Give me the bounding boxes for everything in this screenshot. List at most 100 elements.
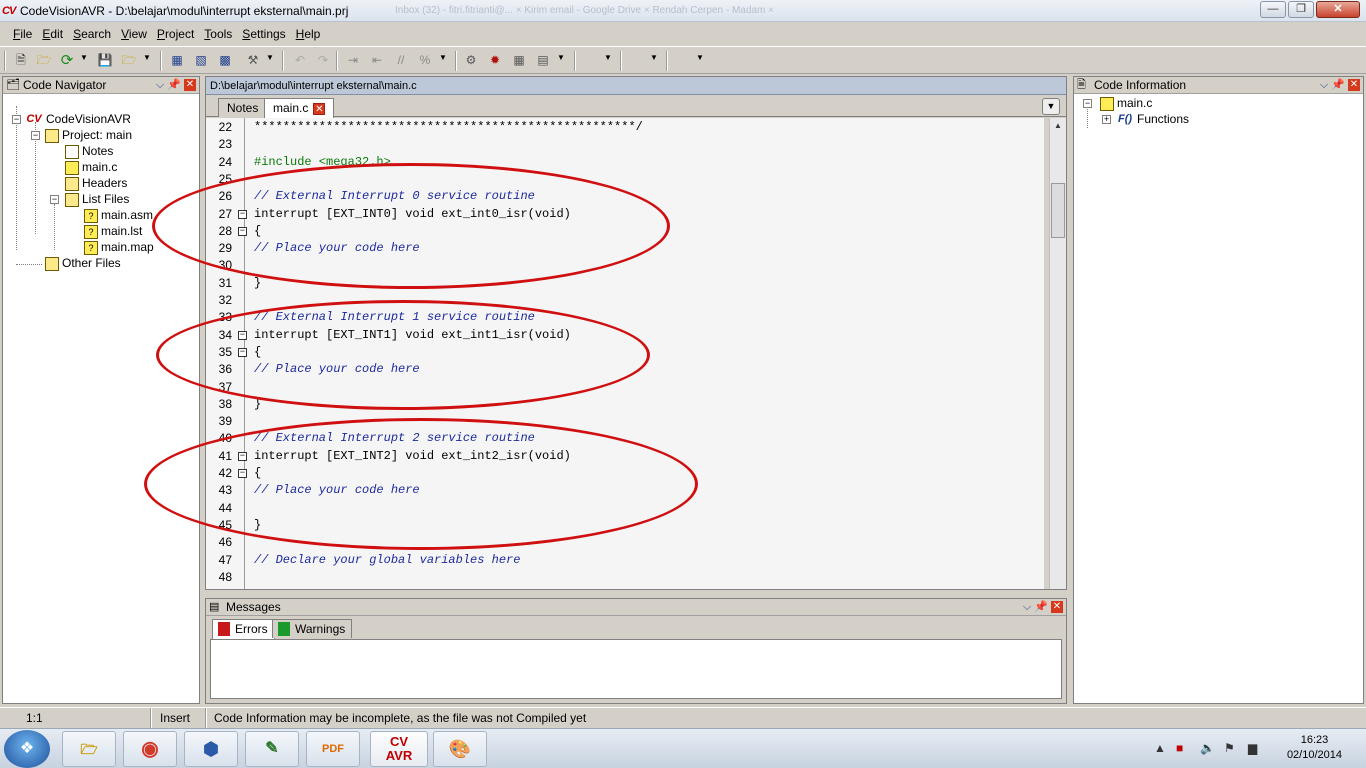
code-line[interactable]: 22 **************************************… (206, 119, 1036, 136)
tools-dropdown-icon[interactable]: ▼ (557, 53, 565, 62)
toolbar-dropdown-icon[interactable]: ▼ (650, 53, 658, 62)
build-icon[interactable]: ▩ (216, 52, 234, 69)
tree-item-main-c[interactable]: main.c (65, 159, 117, 175)
messages-icon: ▤ (209, 601, 220, 613)
taskbar-paint-icon[interactable]: 🎨 (433, 731, 487, 767)
debugger-bug-icon[interactable]: ✹ (486, 52, 504, 69)
undo-icon[interactable]: ↶ (291, 52, 309, 69)
tree-collapse-project[interactable]: − (31, 131, 40, 140)
comment-icon[interactable]: // (392, 52, 410, 69)
tree-expand-functions[interactable]: + (1102, 115, 1111, 124)
tree-item-main-lst[interactable]: ? main.lst (84, 223, 142, 239)
open-folder-icon[interactable]: 🗁 (35, 52, 53, 69)
editor-tab-strip: Notes main.c ✕ ▼ (206, 95, 1066, 118)
pin-icon[interactable]: 📌 (1331, 79, 1345, 91)
close-button[interactable]: ✕ (1316, 1, 1360, 18)
tree-collapse-list-files[interactable]: − (50, 195, 59, 204)
scroll-thumb[interactable] (1051, 183, 1065, 238)
tree-item-list-files[interactable]: List Files (65, 191, 129, 207)
pin-icon[interactable]: 📌 (1034, 601, 1048, 613)
menu-tools[interactable]: Tools (199, 23, 237, 45)
messages-list[interactable] (210, 639, 1062, 699)
tree-item-headers[interactable]: Headers (65, 175, 127, 191)
start-button[interactable]: ❖ (4, 730, 50, 768)
tree-item-main-asm[interactable]: ? main.asm (84, 207, 153, 223)
tree-item-project[interactable]: Project: main (45, 127, 132, 143)
menu-view[interactable]: View (116, 23, 152, 45)
toolbar-dropdown-icon[interactable]: ▼ (696, 53, 704, 62)
taskbar-codevision-icon[interactable]: CV AVR (370, 731, 428, 767)
save-icon[interactable]: 💾 (96, 52, 114, 69)
taskbar-notepad-icon[interactable]: ✎ (245, 731, 299, 767)
edit-dropdown-icon[interactable]: ▼ (439, 53, 447, 62)
scroll-down-icon[interactable]: ▼ (1050, 584, 1066, 589)
tab-main-c[interactable]: main.c ✕ (264, 98, 335, 118)
taskbar-virtualbox-icon[interactable]: ⬢ (184, 731, 238, 767)
taskbar-chrome-icon[interactable]: ◉ (123, 731, 177, 767)
menu-edit[interactable]: Edit (37, 23, 68, 45)
line-number: 31 (218, 275, 232, 290)
panel-menu-icon[interactable]: ⌵ (1320, 79, 1328, 91)
refresh-icon[interactable]: ⟳ (58, 52, 76, 69)
toolbar-dropdown-icon[interactable]: ▼ (604, 53, 612, 62)
configure-icon[interactable]: ⚒ (244, 52, 262, 69)
scroll-up-icon[interactable]: ▲ (1050, 118, 1066, 134)
panel-close-icon[interactable]: ✕ (184, 79, 196, 92)
panel-menu-icon[interactable]: ⌵ (1023, 601, 1031, 613)
panel-menu-icon[interactable]: ⌵ (156, 79, 164, 91)
info-item-main-c[interactable]: main.c (1100, 95, 1152, 111)
taskbar-explorer-icon[interactable]: 🗁 (62, 731, 116, 767)
redo-icon[interactable]: ↷ (314, 52, 332, 69)
tree-item-other-files[interactable]: Other Files (45, 255, 121, 271)
panel-close-icon[interactable]: ✕ (1348, 79, 1360, 92)
save-dropdown-icon[interactable]: ▼ (143, 53, 151, 62)
tab-list-dropdown-icon[interactable]: ▼ (1042, 98, 1060, 115)
menu-project[interactable]: Project (152, 23, 199, 45)
tray-flag-icon[interactable]: ⚑ (1224, 741, 1235, 755)
tree-item-main-map[interactable]: ? main.map (84, 239, 154, 255)
menu-settings[interactable]: Settings (237, 23, 290, 45)
tray-volume-icon[interactable]: 🔈 (1200, 741, 1215, 755)
info-item-functions[interactable]: F() Functions (1116, 111, 1189, 127)
configure-dropdown-icon[interactable]: ▼ (266, 53, 274, 62)
code-line[interactable]: 48 (206, 569, 1036, 586)
line-number: 23 (218, 137, 232, 152)
code-line[interactable]: 23 (206, 136, 1036, 153)
tab-close-icon[interactable]: ✕ (313, 102, 326, 115)
indent-icon[interactable]: ⇥ (344, 52, 362, 69)
taskbar-pdf-icon[interactable]: PDF (306, 731, 360, 767)
chip-programmer-icon[interactable]: ▦ (510, 52, 528, 69)
minimize-button[interactable]: — (1260, 1, 1286, 18)
maximize-button[interactable]: ❐ (1288, 1, 1314, 18)
lst-file-icon: ? (84, 224, 98, 239)
new-file-icon[interactable]: 🗎 (12, 52, 30, 69)
tab-notes[interactable]: Notes (218, 98, 268, 117)
menu-file[interactable]: File (8, 23, 37, 45)
pin-icon[interactable]: 📌 (167, 79, 181, 91)
panel-close-icon[interactable]: ✕ (1051, 601, 1063, 614)
code-wizard-gear-icon[interactable]: ⚙ (462, 52, 480, 69)
code-line[interactable]: 47 // Declare your global variables here (206, 552, 1036, 569)
check-syntax-icon[interactable]: ▦ (168, 52, 186, 69)
tree-collapse-main-c[interactable]: − (1083, 99, 1092, 108)
toolbar-separator (282, 51, 284, 71)
vertical-scrollbar[interactable]: ▲ ▼ (1049, 118, 1066, 589)
tray-antivirus-icon[interactable]: ■ (1176, 741, 1183, 755)
system-clock[interactable]: 16:23 02/10/2014 (1287, 733, 1342, 763)
tab-warnings[interactable]: Warnings (272, 619, 353, 638)
tab-errors[interactable]: Errors (212, 619, 275, 639)
tree-item-root[interactable]: CV CodeVisionAVR (25, 111, 131, 127)
tray-show-hidden-icon[interactable]: ▲ (1154, 741, 1166, 755)
tray-network-icon[interactable]: ▆ (1248, 741, 1257, 755)
tree-collapse-root[interactable]: − (12, 115, 21, 124)
compile-icon[interactable]: ▧ (192, 52, 210, 69)
unindent-icon[interactable]: ⇤ (368, 52, 386, 69)
line-number: 38 (218, 396, 232, 411)
menu-search[interactable]: Search (68, 23, 116, 45)
terminal-icon[interactable]: ▤ (534, 52, 552, 69)
refresh-dropdown-icon[interactable]: ▼ (80, 53, 88, 62)
save-all-icon[interactable]: 🗁 (120, 52, 138, 69)
tree-item-notes[interactable]: Notes (65, 143, 113, 159)
menu-help[interactable]: Help (291, 23, 326, 45)
uncomment-icon[interactable]: % (416, 52, 434, 69)
